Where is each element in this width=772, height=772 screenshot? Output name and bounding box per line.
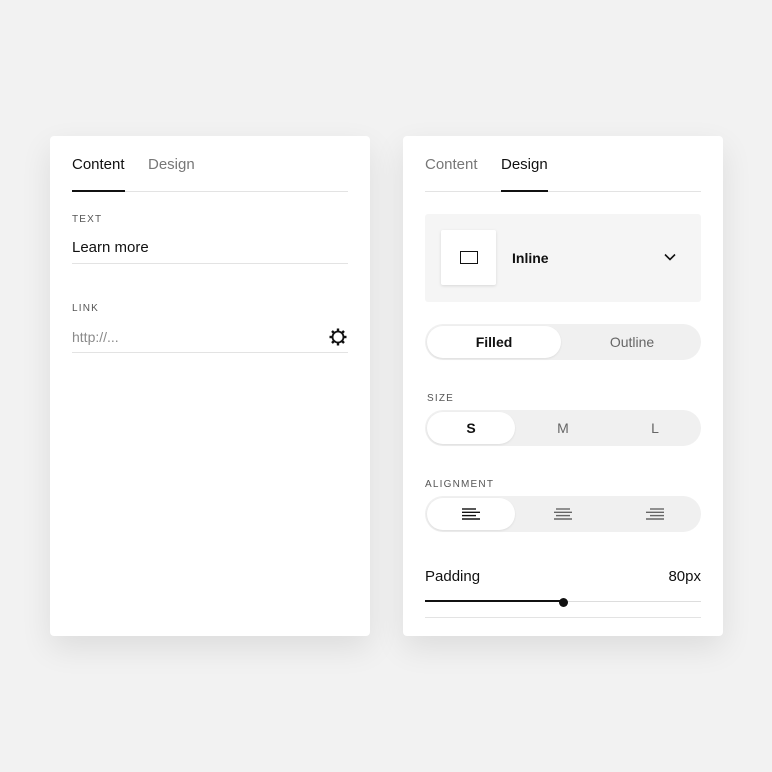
button-style-select[interactable]: Inline — [425, 214, 701, 302]
size-label: SIZE — [427, 393, 455, 404]
link-placeholder: http://... — [72, 328, 119, 345]
align-center-option[interactable] — [519, 498, 607, 530]
size-option-s[interactable]: S — [427, 412, 515, 444]
align-right-option[interactable] — [611, 498, 699, 530]
divider — [425, 617, 701, 618]
text-value: Learn more — [72, 239, 149, 256]
outline-option[interactable]: Outline — [565, 326, 699, 358]
padding-label: Padding — [425, 568, 481, 585]
tab-bar: Content Design — [425, 136, 701, 192]
link-label: LINK — [72, 303, 100, 314]
size-option-m[interactable]: M — [519, 412, 607, 444]
tab-bar: Content Design — [72, 136, 348, 192]
align-right-icon — [646, 508, 664, 520]
style-select-value: Inline — [512, 250, 549, 266]
chevron-down-icon — [664, 253, 676, 261]
slider-handle[interactable] — [559, 598, 568, 607]
style-thumbnail — [441, 230, 496, 285]
alignment-label: ALIGNMENT — [425, 479, 495, 490]
tab-design[interactable]: Design — [501, 156, 548, 192]
tab-content[interactable]: Content — [425, 156, 478, 190]
alignment-selector — [425, 496, 701, 532]
inline-rect-icon — [460, 251, 478, 264]
align-left-icon — [462, 508, 480, 520]
text-label: TEXT — [72, 214, 103, 225]
align-left-option[interactable] — [427, 498, 515, 530]
size-option-l[interactable]: L — [611, 412, 699, 444]
gear-icon[interactable] — [328, 327, 348, 347]
slider-fill — [425, 600, 563, 602]
tab-design[interactable]: Design — [148, 156, 195, 190]
content-panel: Content Design TEXT Learn more LINK http… — [50, 136, 370, 636]
text-field[interactable]: Learn more — [72, 232, 348, 264]
padding-value: 80px — [668, 568, 701, 585]
link-field[interactable]: http://... — [72, 321, 348, 353]
align-center-icon — [554, 508, 572, 520]
size-selector: S M L — [425, 410, 701, 446]
tab-content[interactable]: Content — [72, 156, 125, 192]
filled-option[interactable]: Filled — [427, 326, 561, 358]
padding-slider[interactable] — [425, 593, 701, 611]
design-panel: Content Design Inline Filled Outline SIZ… — [403, 136, 723, 636]
fill-toggle: Filled Outline — [425, 324, 701, 360]
